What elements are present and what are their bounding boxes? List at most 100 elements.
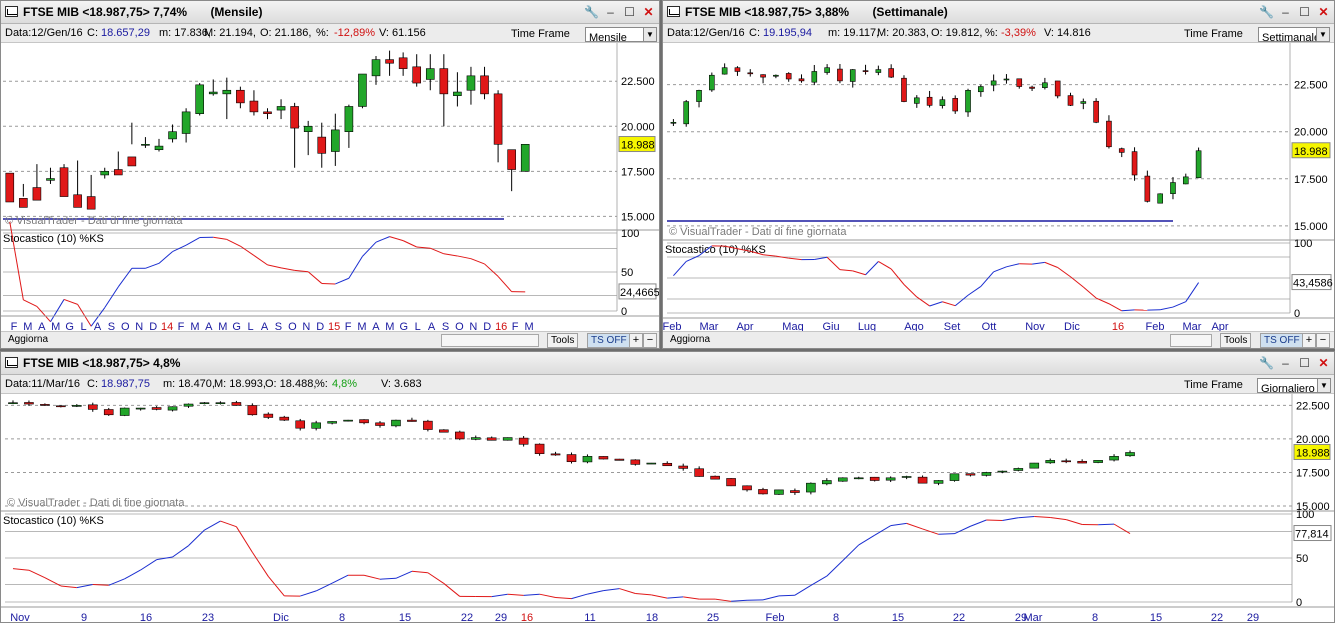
- horizontal-scrollbar[interactable]: [1170, 334, 1212, 347]
- chevron-down-icon[interactable]: ▼: [1316, 28, 1329, 41]
- candle-up: [1042, 82, 1048, 88]
- window-titlebar[interactable]: FTSE MIB <18.987,75> 3,88% (Settimanale)…: [663, 1, 1334, 24]
- tools-button[interactable]: Tools: [547, 333, 579, 348]
- candle-down: [73, 194, 82, 208]
- ts-off-button[interactable]: TS OFF: [1260, 333, 1304, 348]
- info-date: Data:12/Gen/16: [667, 27, 745, 39]
- wrench-icon[interactable]: 🔧: [1258, 4, 1275, 20]
- stochastic-segment: [457, 255, 472, 260]
- close-icon[interactable]: ✕: [1315, 355, 1332, 371]
- stochastic-segment: [267, 264, 282, 269]
- candle-up: [311, 422, 321, 429]
- candle-up: [331, 129, 340, 152]
- candle-up: [183, 403, 194, 407]
- maximize-icon[interactable]: ☐: [1296, 4, 1313, 20]
- update-button[interactable]: Aggiorna: [667, 333, 713, 346]
- close-icon[interactable]: ✕: [1315, 4, 1332, 20]
- close-icon[interactable]: ✕: [640, 4, 657, 20]
- ohlc-info-bar: Data:12/Gen/16 C: 18.657,29 m: 17.836, M…: [1, 24, 659, 44]
- window-titlebar[interactable]: FTSE MIB <18.987,75> 4,8% 🔧 – ☐ ✕: [1, 352, 1334, 375]
- tools-button[interactable]: Tools: [1220, 333, 1252, 348]
- candle-down: [798, 78, 805, 82]
- stochastic-segment: [826, 560, 844, 577]
- chart-area[interactable]: 22.50020.00017.50015.000© VisualTrader -…: [663, 43, 1334, 346]
- x-axis-label: 22: [1211, 612, 1223, 622]
- chevron-down-icon[interactable]: ▼: [1317, 379, 1330, 392]
- timeframe-select[interactable]: Settimanale ▼: [1258, 27, 1330, 44]
- stochastic-segment: [158, 251, 173, 264]
- stochastic-segment: [76, 584, 93, 589]
- candle-up: [1029, 462, 1040, 469]
- update-button[interactable]: Aggiorna: [5, 333, 51, 346]
- ts-off-button[interactable]: TS OFF: [587, 333, 631, 348]
- stochastic-segment: [967, 286, 982, 296]
- candle-down: [888, 68, 894, 78]
- candle-up: [195, 84, 204, 114]
- horizontal-scrollbar[interactable]: [441, 334, 539, 347]
- zoom-in-button[interactable]: +: [629, 333, 643, 348]
- stochastic-segment: [240, 245, 255, 256]
- candle-down: [398, 57, 408, 69]
- stochastic-segment: [874, 525, 891, 536]
- timeframe-select[interactable]: Mensile ▼: [585, 27, 657, 44]
- candle-down: [295, 420, 306, 429]
- stochastic-segment: [651, 594, 668, 599]
- candle-up: [853, 477, 864, 480]
- candle-up: [582, 456, 593, 463]
- minimize-icon[interactable]: –: [1277, 4, 1294, 20]
- stochastic-segment: [1098, 523, 1115, 526]
- maximize-icon[interactable]: ☐: [621, 4, 638, 20]
- candle-up: [208, 91, 218, 95]
- candle-down: [710, 475, 720, 480]
- candle-down: [423, 420, 433, 430]
- candle-down: [439, 68, 449, 95]
- candle-up: [276, 106, 286, 111]
- wrench-icon[interactable]: 🔧: [1258, 355, 1275, 371]
- stochastic-segment: [635, 592, 652, 596]
- wrench-icon[interactable]: 🔧: [583, 4, 600, 20]
- candle-up: [470, 437, 481, 440]
- watermark: © VisualTrader - Dati di fine giornata: [669, 226, 847, 238]
- chart-area[interactable]: 22.50020.00017.50015.000© VisualTrader -…: [1, 43, 659, 346]
- candle-up: [141, 144, 150, 146]
- info-pct: -12,89%: [334, 27, 375, 39]
- stochastic-segment: [1113, 523, 1131, 534]
- stochastic-segment: [124, 569, 141, 580]
- chart-area[interactable]: 22.50020.00017.50015.000© VisualTrader -…: [1, 394, 1334, 622]
- minimize-icon[interactable]: –: [602, 4, 619, 20]
- x-axis-label: Mar: [1024, 612, 1043, 622]
- candle-down: [926, 96, 933, 106]
- candle-down: [279, 416, 290, 421]
- candle-down: [790, 490, 800, 493]
- indicator-value-label: 43,4586: [1293, 278, 1333, 290]
- stochastic-segment: [226, 238, 241, 247]
- chevron-down-icon[interactable]: ▼: [643, 28, 656, 41]
- candle-down: [439, 429, 449, 433]
- timeframe-select[interactable]: Giornaliero ▼: [1257, 378, 1331, 395]
- indicator-axis-label: 100: [1296, 509, 1314, 521]
- minimize-icon[interactable]: –: [1277, 355, 1294, 371]
- zoom-out-button[interactable]: −: [1316, 333, 1330, 348]
- x-axis-label: 16: [140, 612, 152, 622]
- zoom-out-button[interactable]: −: [643, 333, 657, 348]
- candle-up: [965, 89, 971, 113]
- candle-up: [670, 121, 677, 124]
- stochastic-segment: [145, 262, 160, 269]
- info-pct-label: %:: [985, 27, 998, 39]
- candle-down: [486, 437, 497, 441]
- stochastic-segment: [762, 595, 780, 601]
- timeframe-label: Time Frame: [511, 28, 570, 40]
- candle-down: [1016, 78, 1023, 87]
- candle-up: [371, 59, 381, 77]
- chart-footer: Aggiorna Tools TS OFF + −: [663, 331, 1334, 348]
- zoom-in-button[interactable]: +: [1302, 333, 1316, 348]
- stochastic-segment: [1002, 517, 1019, 522]
- maximize-icon[interactable]: ☐: [1296, 355, 1313, 371]
- candle-up: [168, 131, 177, 140]
- window-titlebar[interactable]: FTSE MIB <18.987,75> 7,74% (Mensile) 🔧 –…: [1, 1, 659, 24]
- candle-down: [24, 402, 34, 405]
- stochastic-segment: [300, 590, 317, 597]
- candle-up: [344, 106, 354, 132]
- candle-up: [806, 482, 816, 493]
- stochastic-segment: [954, 525, 971, 535]
